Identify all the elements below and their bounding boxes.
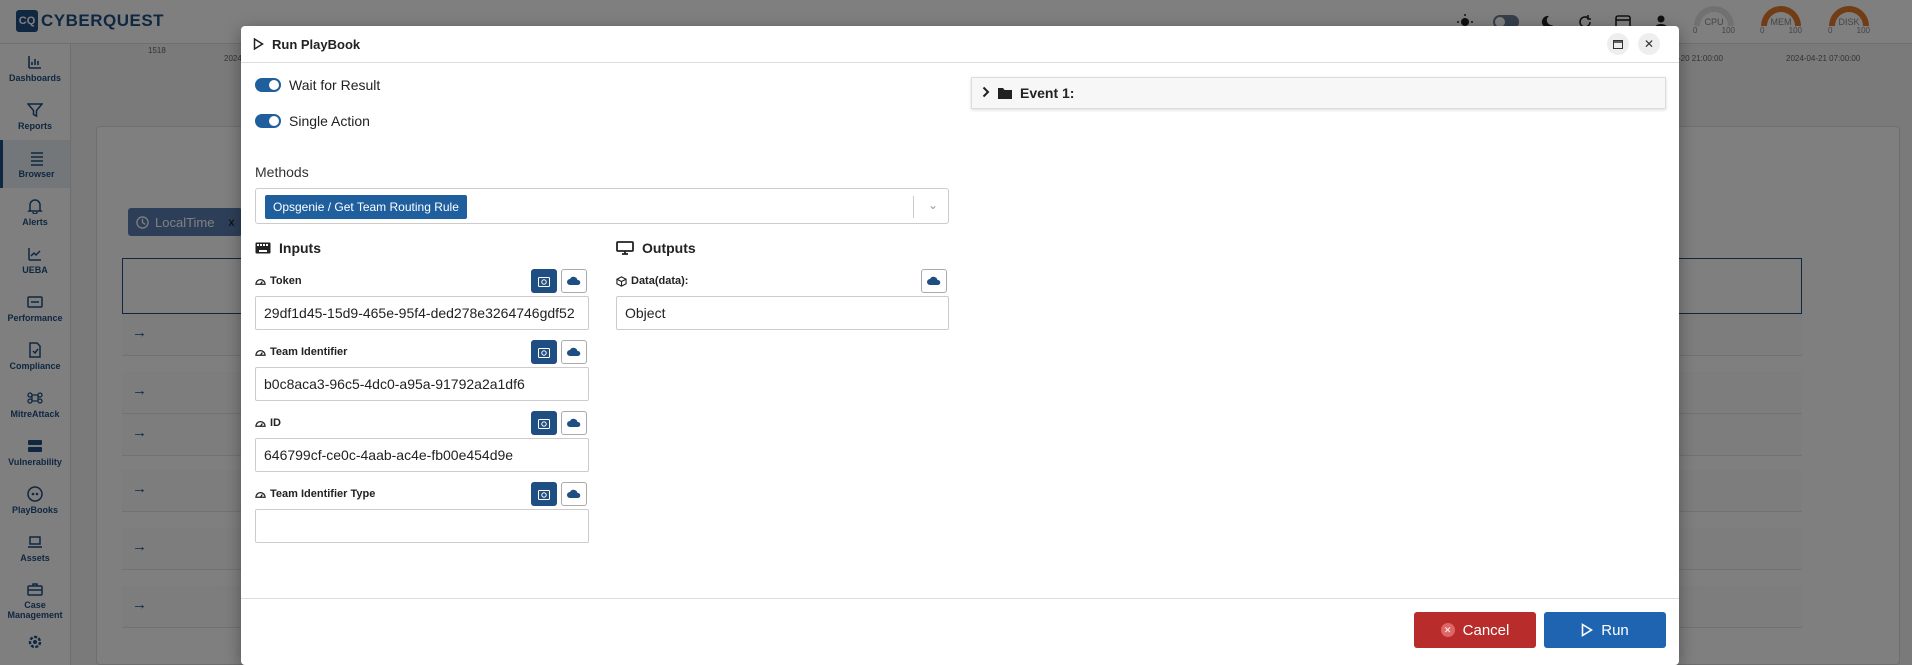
id-cloud-button[interactable] — [561, 411, 587, 435]
id-input[interactable] — [255, 438, 589, 472]
data-output-label-row: Data(data): — [616, 275, 688, 287]
methods-label: Methods — [255, 164, 309, 180]
cloud-icon — [567, 276, 581, 285]
run-playbook-dialog: Run PlayBook ✕ Wait for Result Single Ac… — [241, 26, 1679, 665]
single-action-label: Single Action — [289, 113, 370, 129]
token-label: Token — [270, 275, 302, 287]
camera-icon — [538, 276, 550, 287]
token-label-row: Token — [255, 275, 302, 287]
folder-icon — [998, 88, 1012, 99]
dialog-header: Run PlayBook — [241, 26, 1679, 63]
team-identifier-label: Team Identifier — [270, 346, 348, 358]
team-identifier-cloud-button[interactable] — [561, 340, 587, 364]
id-camera-button[interactable] — [531, 411, 557, 435]
event-1-panel[interactable]: Event 1: — [971, 77, 1666, 109]
cloud-icon — [567, 347, 581, 356]
wait-for-result-toggle[interactable] — [255, 78, 281, 92]
keyboard-icon — [255, 242, 271, 254]
outputs-section-title: Outputs — [616, 240, 696, 256]
play-icon — [1581, 623, 1594, 637]
wait-for-result-label: Wait for Result — [289, 77, 381, 93]
id-label: ID — [270, 417, 281, 429]
inputs-title: Inputs — [279, 240, 321, 256]
team-identifier-type-camera-button[interactable] — [531, 482, 557, 506]
maximize-icon — [1613, 39, 1623, 49]
methods-select[interactable]: Opsgenie / Get Team Routing Rule ⌄ — [255, 188, 949, 224]
gauge-icon — [255, 491, 266, 498]
data-output-input[interactable] — [616, 296, 949, 330]
cancel-button[interactable]: ✕ Cancel — [1414, 612, 1536, 648]
camera-icon — [538, 418, 550, 429]
dialog-title: Run PlayBook — [272, 36, 361, 52]
event-1-label: Event 1: — [1020, 85, 1075, 101]
team-identifier-input[interactable] — [255, 367, 589, 401]
token-input[interactable] — [255, 296, 589, 330]
camera-icon — [538, 489, 550, 500]
run-button[interactable]: Run — [1544, 612, 1666, 648]
close-icon: ✕ — [1643, 37, 1655, 51]
wait-for-result-toggle-row: Wait for Result — [255, 77, 380, 93]
single-action-toggle-row: Single Action — [255, 113, 370, 129]
outputs-title: Outputs — [642, 240, 696, 256]
close-button[interactable]: ✕ — [1638, 33, 1660, 55]
chevron-right-icon[interactable] — [982, 85, 990, 101]
method-chip[interactable]: Opsgenie / Get Team Routing Rule — [265, 195, 467, 219]
cloud-icon — [927, 276, 941, 285]
data-output-label: Data(data): — [631, 275, 689, 287]
gauge-icon — [255, 278, 266, 285]
maximize-button[interactable] — [1607, 33, 1629, 55]
token-cloud-button[interactable] — [561, 269, 587, 293]
play-icon — [253, 38, 264, 50]
team-identifier-type-label: Team Identifier Type — [270, 488, 376, 500]
monitor-icon — [616, 241, 634, 255]
cancel-icon: ✕ — [1440, 623, 1455, 637]
data-output-cloud-button[interactable] — [921, 269, 947, 293]
cloud-icon — [567, 418, 581, 427]
single-action-toggle[interactable] — [255, 114, 281, 128]
cancel-button-label: Cancel — [1462, 621, 1510, 639]
id-label-row: ID — [255, 417, 281, 429]
team-identifier-type-input[interactable] — [255, 509, 589, 543]
camera-icon — [538, 347, 550, 358]
team-identifier-type-cloud-button[interactable] — [561, 482, 587, 506]
team-identifier-label-row: Team Identifier — [255, 346, 347, 358]
token-camera-button[interactable] — [531, 269, 557, 293]
chevron-down-icon[interactable]: ⌄ — [928, 198, 938, 212]
inputs-section-title: Inputs — [255, 240, 321, 256]
team-identifier-type-label-row: Team Identifier Type — [255, 488, 375, 500]
cube-icon — [616, 275, 627, 287]
cloud-icon — [567, 489, 581, 498]
gauge-icon — [255, 420, 266, 427]
gauge-icon — [255, 349, 266, 356]
team-identifier-camera-button[interactable] — [531, 340, 557, 364]
run-button-label: Run — [1601, 621, 1629, 639]
select-separator — [913, 196, 914, 218]
